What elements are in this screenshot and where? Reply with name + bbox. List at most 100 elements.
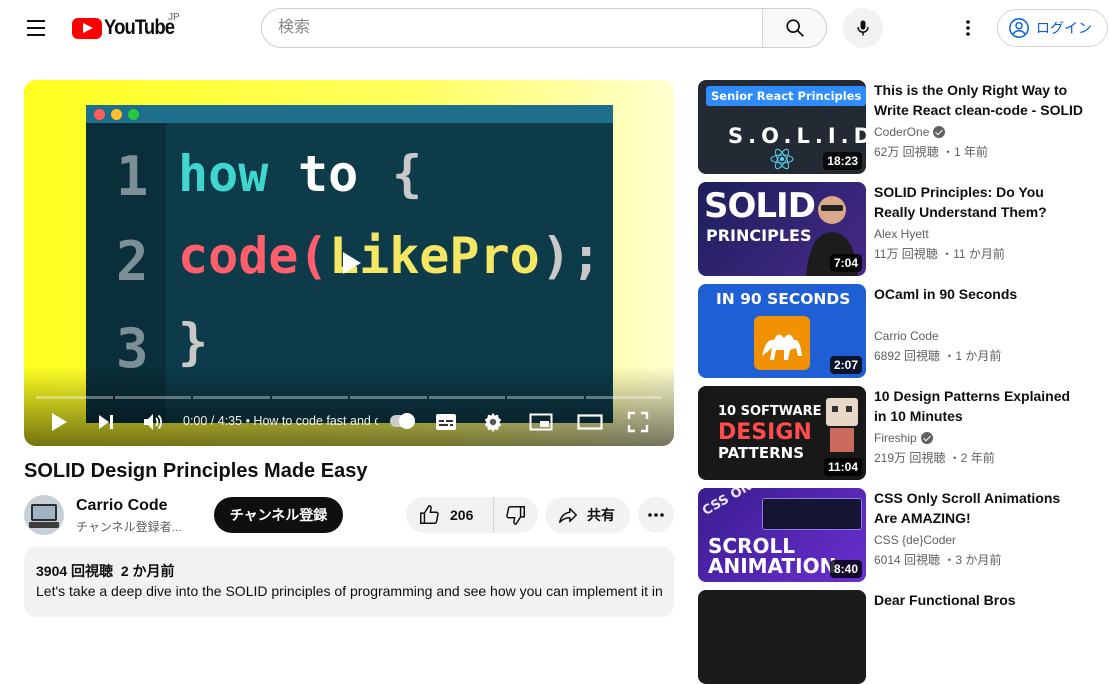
region-code: JP xyxy=(168,12,180,23)
search-input[interactable] xyxy=(262,9,762,47)
recommended-video[interactable]: CSS ONLY! SCROLL ANIMATION 8:40 CSS Only… xyxy=(698,488,1098,582)
thumb-text: SOLID xyxy=(704,186,816,226)
rec-meta: 6892 回視聴 ・1 か月前 xyxy=(874,349,1002,363)
duration-badge: 8:40 xyxy=(829,560,862,578)
play-icon xyxy=(343,252,361,274)
like-button[interactable]: 206 xyxy=(406,497,494,533)
microphone-icon xyxy=(857,20,869,36)
rec-channel[interactable]: CSS {de}Coder xyxy=(874,533,956,547)
video-thumbnail[interactable]: SOLID PRINCIPLES 7:04 xyxy=(698,182,866,276)
recommended-video[interactable]: IN 90 SECONDS 2:07 OCaml in 90 Seconds C… xyxy=(698,284,1098,378)
rec-meta: 62万 回視聴 ・1 年前 xyxy=(874,145,989,159)
recommended-video[interactable]: Dear Functional Bros xyxy=(698,590,1098,684)
menu-icon[interactable] xyxy=(20,12,52,44)
thumbs-down-icon xyxy=(506,506,525,525)
line-number: 1 xyxy=(116,145,149,208)
settings-button[interactable] xyxy=(477,406,509,438)
skip-next-icon xyxy=(99,415,113,429)
recommended-video[interactable]: SOLID PRINCIPLES 7:04 SOLID Principles: … xyxy=(698,182,1098,276)
thumb-text: 10 SOFTWARE xyxy=(718,404,822,419)
video-thumbnail[interactable] xyxy=(698,590,866,684)
description-box[interactable]: 3904 回視聴 2 か月前 Let's take a deep dive in… xyxy=(24,547,674,617)
account-icon xyxy=(1009,18,1029,38)
chapter-segment[interactable] xyxy=(428,396,505,399)
share-button[interactable]: 共有 xyxy=(545,497,630,533)
camel-icon xyxy=(762,334,802,360)
progress-bar[interactable] xyxy=(36,396,662,399)
recommended-video[interactable]: Senior React Principles S.O.L.I.D 18:23 … xyxy=(698,80,1098,174)
theater-mode-button[interactable] xyxy=(574,406,606,438)
rec-title[interactable]: 10 Design Patterns Explained in 10 Minut… xyxy=(874,386,1084,426)
react-atom-icon xyxy=(770,148,794,170)
chapter-segment[interactable] xyxy=(350,396,427,399)
time-text: 0:00 / 4:35 xyxy=(183,414,243,428)
description-text: Let's take a deep dive into the SOLID pr… xyxy=(36,583,662,599)
chapter-segment[interactable] xyxy=(114,396,191,399)
rec-title[interactable]: OCaml in 90 Seconds xyxy=(874,284,1084,304)
editor-titlebar xyxy=(86,105,613,123)
login-button[interactable]: ログイン xyxy=(997,9,1108,47)
upload-age: 2 か月前 xyxy=(120,563,175,579)
rec-channel-name: Carrio Code xyxy=(874,329,939,343)
video-thumbnail[interactable]: IN 90 SECONDS 2:07 xyxy=(698,284,866,378)
recommended-video[interactable]: 10 SOFTWARE DESIGN PATTERNS 11:04 10 Des… xyxy=(698,386,1098,480)
code-token: how xyxy=(178,145,269,203)
play-icon xyxy=(52,413,67,431)
player-controls: 0:00 / 4:35 • How to code fast and clean xyxy=(24,406,674,438)
chapter-segment[interactable] xyxy=(507,396,584,399)
settings-menu-button[interactable] xyxy=(952,12,984,44)
fullscreen-icon xyxy=(627,411,649,433)
maximize-dot-icon xyxy=(128,108,139,120)
like-count: 206 xyxy=(450,507,474,523)
duration-badge: 18:23 xyxy=(823,152,862,170)
rec-title[interactable]: Dear Functional Bros xyxy=(874,590,1084,610)
rec-channel[interactable]: Alex Hyett xyxy=(874,227,929,241)
rec-channel[interactable]: CoderOne xyxy=(874,125,946,139)
mute-button[interactable] xyxy=(137,406,169,438)
code-token: code( xyxy=(178,227,329,285)
share-label: 共有 xyxy=(587,507,615,523)
video-thumbnail[interactable]: Senior React Principles S.O.L.I.D 18:23 xyxy=(698,80,866,174)
view-stats: 3904 回視聴 2 か月前 xyxy=(36,561,662,581)
chapter-segment[interactable] xyxy=(36,396,113,399)
chapter-segment[interactable] xyxy=(585,396,662,399)
thumb-text: ANIMATION xyxy=(708,554,837,578)
dislike-button[interactable] xyxy=(494,497,538,533)
fullscreen-button[interactable] xyxy=(622,406,654,438)
subscribe-button[interactable]: チャンネル登録 xyxy=(214,497,343,533)
subtitles-button[interactable] xyxy=(430,406,462,438)
channel-name[interactable]: Carrio Code xyxy=(76,497,168,515)
play-button[interactable] xyxy=(43,406,75,438)
rec-title[interactable]: CSS Only Scroll Animations Are AMAZING! xyxy=(874,488,1084,528)
voice-search-button[interactable] xyxy=(843,8,883,48)
like-dislike-group: 206 xyxy=(406,497,538,533)
autoplay-toggle[interactable] xyxy=(390,413,415,429)
chapter-title[interactable]: How to code fast and clean xyxy=(253,414,378,428)
rec-title[interactable]: SOLID Principles: Do You Really Understa… xyxy=(874,182,1084,222)
robot-illustration xyxy=(826,398,858,452)
rec-channel[interactable]: Carrio Code xyxy=(874,329,939,343)
more-horiz-icon xyxy=(648,513,664,517)
next-button[interactable] xyxy=(90,406,122,438)
channel-avatar[interactable] xyxy=(24,495,64,535)
big-play-button[interactable] xyxy=(333,246,367,280)
chapter-segment[interactable] xyxy=(271,396,348,399)
youtube-play-icon xyxy=(72,17,102,39)
rec-title[interactable]: This is the Only Right Way to Write Reac… xyxy=(874,80,1084,120)
more-actions-button[interactable] xyxy=(638,497,674,533)
search-button[interactable] xyxy=(762,9,826,47)
youtube-logo[interactable]: YouTube JP xyxy=(72,12,184,40)
search-icon xyxy=(785,19,804,37)
thumb-text: S.O.L.I.D xyxy=(728,124,866,148)
video-player[interactable]: 1 2 3 how to { code( LikePro ); } 0:00 /… xyxy=(24,80,674,446)
chapter-segment[interactable] xyxy=(193,396,270,399)
duration-badge: 2:07 xyxy=(829,356,862,374)
duration-badge: 11:04 xyxy=(823,458,862,476)
more-vert-icon xyxy=(966,20,970,36)
video-thumbnail[interactable]: CSS ONLY! SCROLL ANIMATION 8:40 xyxy=(698,488,866,582)
miniplayer-button[interactable] xyxy=(525,406,557,438)
thumb-text: DESIGN xyxy=(718,420,812,445)
volume-icon xyxy=(144,414,163,430)
video-thumbnail[interactable]: 10 SOFTWARE DESIGN PATTERNS 11:04 xyxy=(698,386,866,480)
rec-channel[interactable]: Fireship xyxy=(874,431,933,445)
